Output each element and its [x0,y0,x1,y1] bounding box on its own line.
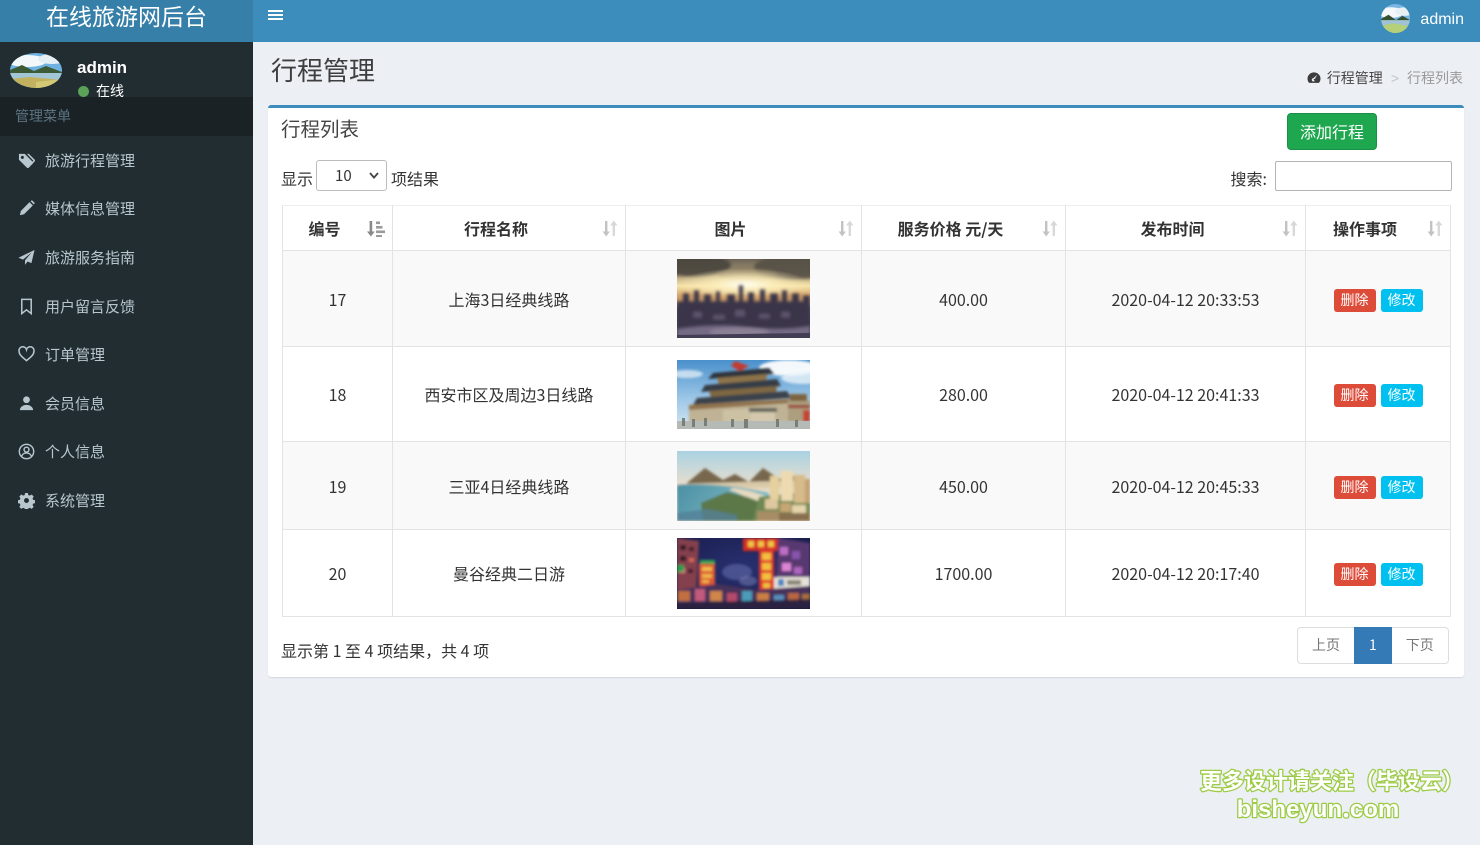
svg-text:bisheyun.com: bisheyun.com [1237,789,1400,824]
